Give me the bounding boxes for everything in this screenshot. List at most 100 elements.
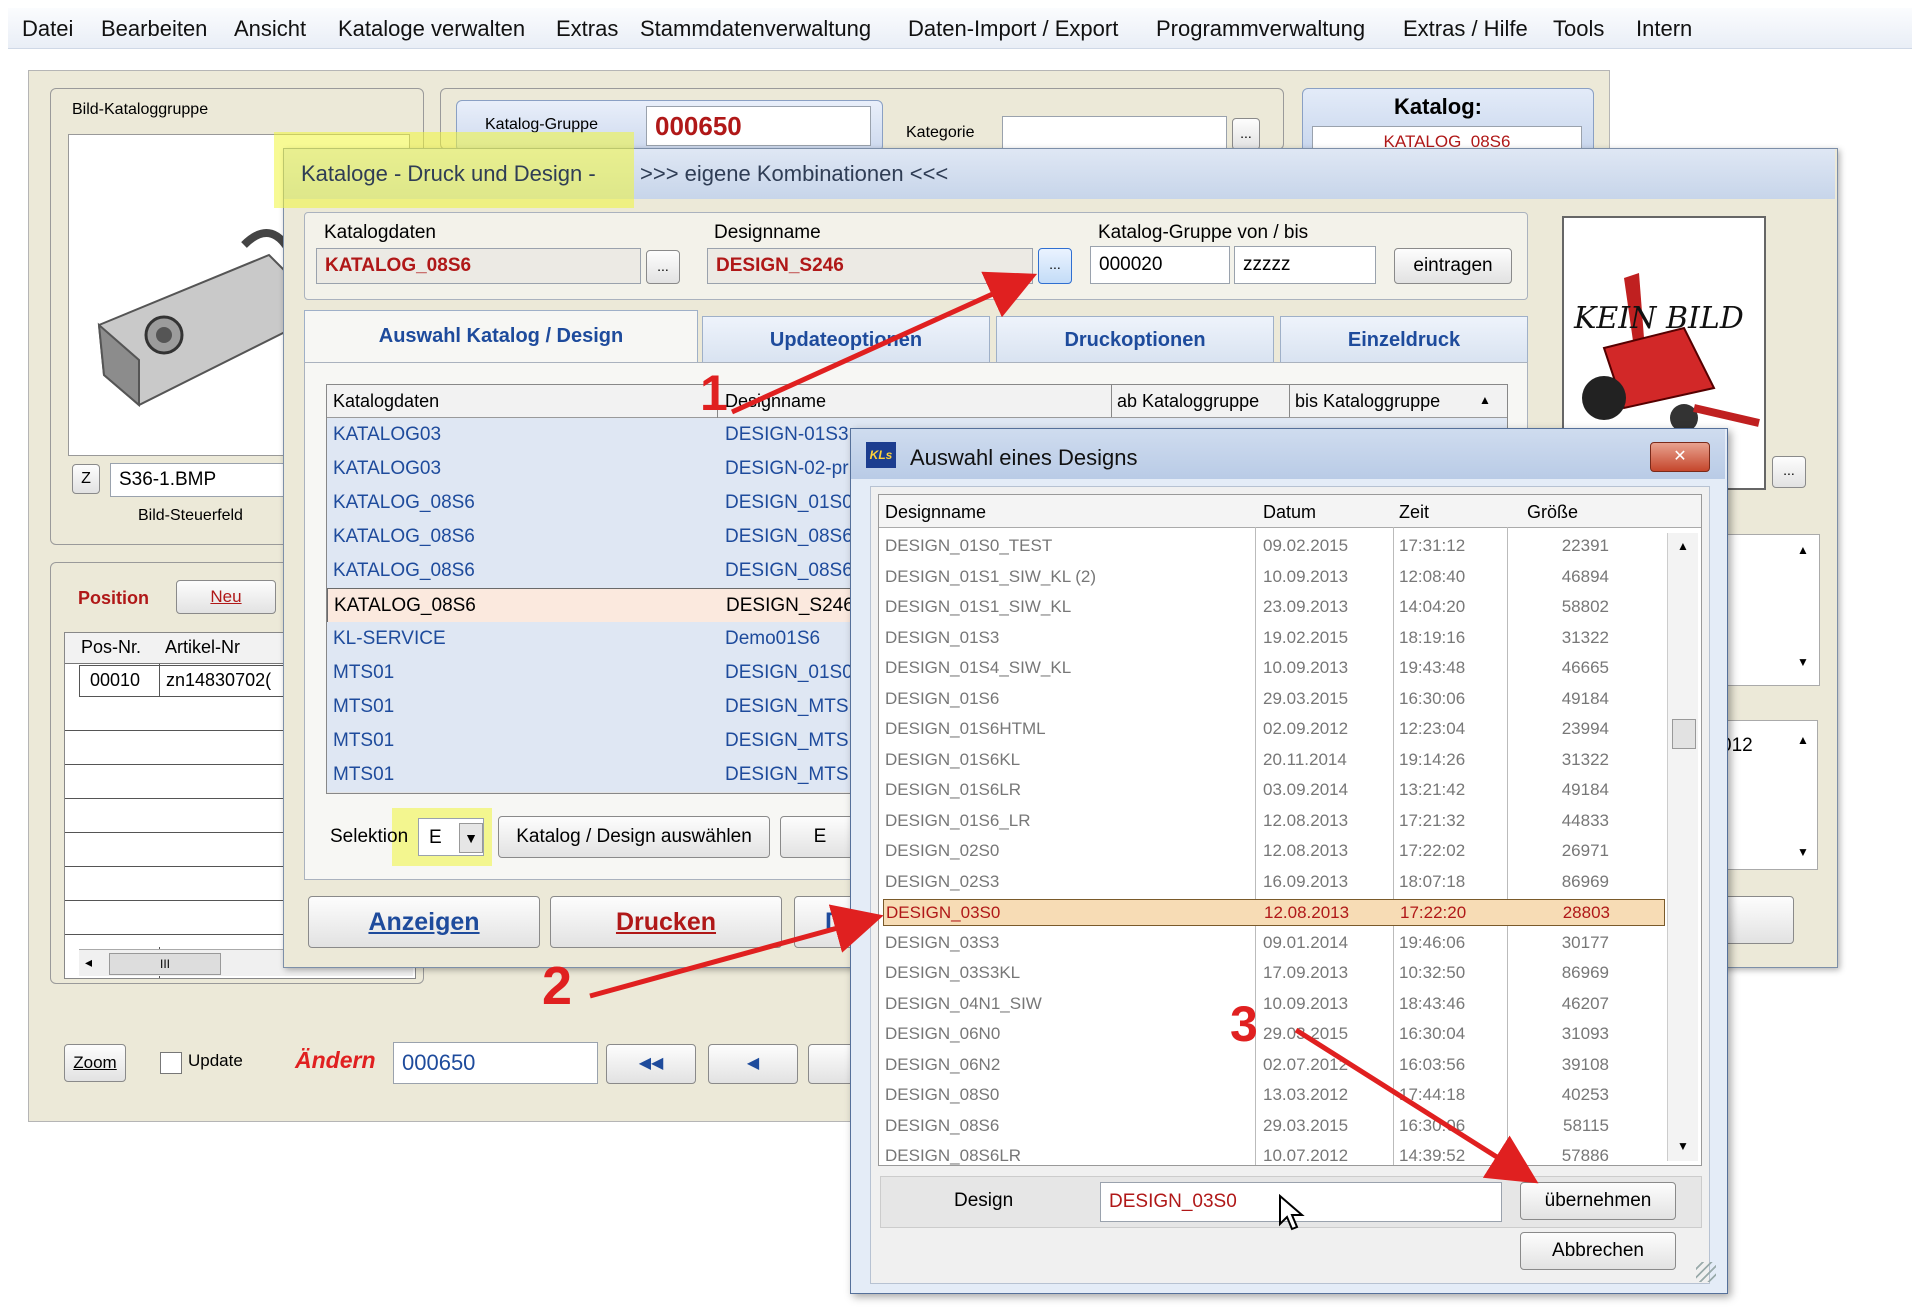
col-header-artikelnr[interactable]: Artikel-Nr (165, 637, 240, 658)
datum-cell: 12.08.2013 (1263, 841, 1349, 860)
design-list-row[interactable]: DESIGN_01S3 19.02.2015 18:19:16 31322 (883, 625, 1663, 650)
design-list-row[interactable]: DESIGN_08S6LR 10.07.2012 14:39:52 57886 (883, 1143, 1663, 1165)
col-datum-header[interactable]: Datum (1263, 502, 1316, 523)
menu-intern[interactable]: Intern (1636, 16, 1692, 42)
design-name-cell: DESIGN_03S3KL (885, 963, 1021, 982)
zeit-cell: 18:43:46 (1399, 993, 1466, 1013)
menu-ansicht[interactable]: Ansicht (234, 16, 306, 42)
col-bis-kataloggruppe[interactable]: bis Kataloggruppe (1295, 391, 1440, 412)
chevron-down-icon[interactable]: ▼ (459, 823, 483, 853)
katalogdaten-browse-button[interactable]: ... (646, 250, 680, 284)
design-list-row[interactable]: DESIGN_01S1_SIW_KL 23.09.2013 14:04:20 5880… (883, 594, 1663, 619)
design-list-row[interactable]: DESIGN_01S6KL 20.11.2014 19:14:26 31322 (883, 747, 1663, 772)
katalog-gruppe-field[interactable]: 000650 (646, 106, 871, 146)
design-list-row[interactable]: DESIGN_03S3 09.01.2014 19:46:06 30177 (883, 930, 1663, 955)
menu-bearbeiten[interactable]: Bearbeiten (101, 16, 207, 42)
list-scroll-down-icon[interactable]: ▼ (1677, 1139, 1689, 1153)
aendern-value-field[interactable]: 000650 (393, 1042, 598, 1084)
design-list-row[interactable]: DESIGN_01S4_SIW_KL 10.09.2013 19:43:48 4666… (883, 655, 1663, 680)
katalog-design-auswaehlen-button[interactable]: Katalog / Design auswählen (498, 816, 770, 858)
update-checkbox[interactable] (160, 1052, 182, 1074)
designname-browse-button[interactable]: ... (1038, 248, 1072, 284)
scroll-up-icon[interactable]: ▲ (1797, 543, 1809, 557)
design-rows: DESIGN_01S0_TEST 09.02.2015 17:31:12 22391 D… (883, 533, 1665, 1165)
menu-stammdatenverwaltung[interactable]: Stammdatenverwaltung (640, 16, 871, 42)
menu-daten-import-export[interactable]: Daten-Import / Export (908, 16, 1118, 42)
design-list-scrollbar[interactable]: ▲ ▼ (1667, 533, 1698, 1161)
list-scroll-up-icon[interactable]: ▲ (1677, 539, 1689, 553)
tab-auswahl[interactable]: Auswahl Katalog / Design (304, 310, 698, 364)
design-list-row[interactable]: DESIGN_02S0 12.08.2013 17:22:02 26971 (883, 838, 1663, 863)
drucken-button[interactable]: Drucken (550, 896, 782, 948)
menu-kataloge-verwalten[interactable]: Kataloge verwalten (338, 16, 525, 42)
katalog-gruppe-von-field[interactable]: 000020 (1090, 246, 1230, 284)
menu-programmverwaltung[interactable]: Programmverwaltung (1156, 16, 1365, 42)
groesse-cell: 30177 (1561, 932, 1609, 952)
design-list: Designname Datum Zeit Größe DESIGN_01S0_… (878, 494, 1702, 1166)
col-ab-kataloggruppe[interactable]: ab Kataloggruppe (1117, 391, 1259, 412)
abbrechen-button[interactable]: Abbrechen (1520, 1232, 1676, 1270)
katalog-label: Katalog: (1394, 94, 1482, 119)
resize-grip-icon[interactable] (1696, 1262, 1716, 1282)
z-button[interactable]: Z (72, 464, 100, 494)
scroll-down-icon-2[interactable]: ▼ (1797, 845, 1809, 859)
scroll-thumb[interactable]: III (109, 953, 221, 975)
design-list-row[interactable]: DESIGN_08S6 29.03.2015 16:30:06 58115 (883, 1113, 1663, 1138)
design-list-row[interactable]: DESIGN_01S6HTML 02.09.2012 12:23:04 23994 (883, 716, 1663, 741)
prev-record-button[interactable]: ◀ (708, 1044, 798, 1084)
design-list-row[interactable]: DESIGN_01S1_SIW_KL (2) 10.09.2013 12:08:40… (883, 564, 1663, 589)
design-list-row[interactable]: DESIGN_03S0 12.08.2013 17:22:20 28803 (883, 899, 1665, 926)
col-designname[interactable]: Designname (725, 391, 826, 412)
katalogdaten-field[interactable]: KATALOG_08S6 (316, 248, 641, 284)
selektion-dropdown[interactable]: E ▼ (418, 818, 484, 856)
datum-cell: 09.01.2014 (1263, 932, 1349, 952)
menu-extras-hilfe[interactable]: Extras / Hilfe (1403, 16, 1528, 42)
design-list-row[interactable]: DESIGN_01S6 29.03.2015 16:30:06 49184 (883, 686, 1663, 711)
menu-extras[interactable]: Extras (556, 16, 618, 42)
design-list-row[interactable]: DESIGN_06N2 02.07.2012 16:03:56 39108 (883, 1052, 1663, 1077)
design-list-row[interactable]: DESIGN_02S3 16.09.2013 18:07:18 86969 (883, 869, 1663, 894)
tab-einzeldruck[interactable]: Einzeldruck (1280, 316, 1528, 362)
tab-updateoptionen[interactable]: Updateoptionen (702, 316, 990, 362)
col-katalogdaten[interactable]: Katalogdaten (333, 391, 439, 412)
close-icon: ✕ (1673, 448, 1687, 465)
kategorie-field[interactable] (1002, 116, 1227, 152)
designname-label: Designname (714, 222, 821, 243)
menu-tools[interactable]: Tools (1553, 16, 1604, 42)
scroll-left-icon[interactable]: ◂ (85, 954, 92, 971)
zeit-cell: 16:30:06 (1399, 688, 1466, 708)
design-list-row[interactable]: DESIGN_01S6_LR 12.08.2013 17:21:32 44833 (883, 808, 1663, 833)
design-list-row[interactable]: DESIGN_03S3KL 17.09.2013 10:32:50 86969 (883, 960, 1663, 985)
menu-datei[interactable]: Datei (22, 16, 73, 42)
scroll-up-icon-2[interactable]: ▲ (1797, 733, 1809, 747)
tab-druckoptionen[interactable]: Druckoptionen (996, 316, 1274, 362)
zeit-cell: 18:07:18 (1399, 871, 1466, 891)
design-list-row[interactable]: DESIGN_04N1_SIW 10.09.2013 18:43:46 46207 (883, 991, 1663, 1016)
col-designname-header[interactable]: Designname (885, 502, 986, 523)
zoom-button[interactable]: Zoom (64, 1044, 126, 1082)
col-zeit-header[interactable]: Zeit (1399, 502, 1429, 523)
eintragen-button[interactable]: eintragen (1394, 248, 1512, 284)
design-list-row[interactable]: DESIGN_01S0_TEST 09.02.2015 17:31:12 22391 (883, 533, 1663, 558)
col-groesse-header[interactable]: Größe (1527, 502, 1578, 523)
list-scroll-thumb[interactable] (1672, 719, 1696, 749)
groesse-cell: 23994 (1561, 719, 1609, 738)
table-scroll-up-icon[interactable]: ▲ (1479, 393, 1491, 407)
katalog-gruppe-bis-field[interactable]: zzzzz (1234, 246, 1376, 284)
close-button[interactable]: ✕ (1650, 442, 1710, 472)
designname-field[interactable]: DESIGN_S246 (707, 248, 1033, 284)
design-list-row[interactable]: DESIGN_01S6LR 03.09.2014 13:21:42 49184 (883, 777, 1663, 802)
uebernehmen-button[interactable]: übernehmen (1520, 1182, 1676, 1220)
design-list-row[interactable]: DESIGN_06N0 29.03.2015 16:30:04 31093 (883, 1021, 1663, 1046)
image-browse-button[interactable]: ... (1772, 456, 1806, 488)
annotation-2: 2 (542, 956, 573, 1016)
e-button[interactable]: E (780, 816, 860, 858)
kategorie-browse-button[interactable]: ... (1232, 118, 1260, 150)
design-list-row[interactable]: DESIGN_08S0 13.03.2012 17:44:18 40253 (883, 1082, 1663, 1107)
first-record-button[interactable]: ◀◀ (606, 1044, 696, 1084)
scroll-down-icon[interactable]: ▼ (1797, 655, 1809, 669)
col-header-posnr[interactable]: Pos-Nr. (81, 637, 141, 658)
neu-button[interactable]: Neu (176, 580, 276, 614)
right-scroll-panel-2: 012 ▲ ▼ (1716, 720, 1818, 870)
anzeigen-button[interactable]: Anzeigen (308, 896, 540, 948)
